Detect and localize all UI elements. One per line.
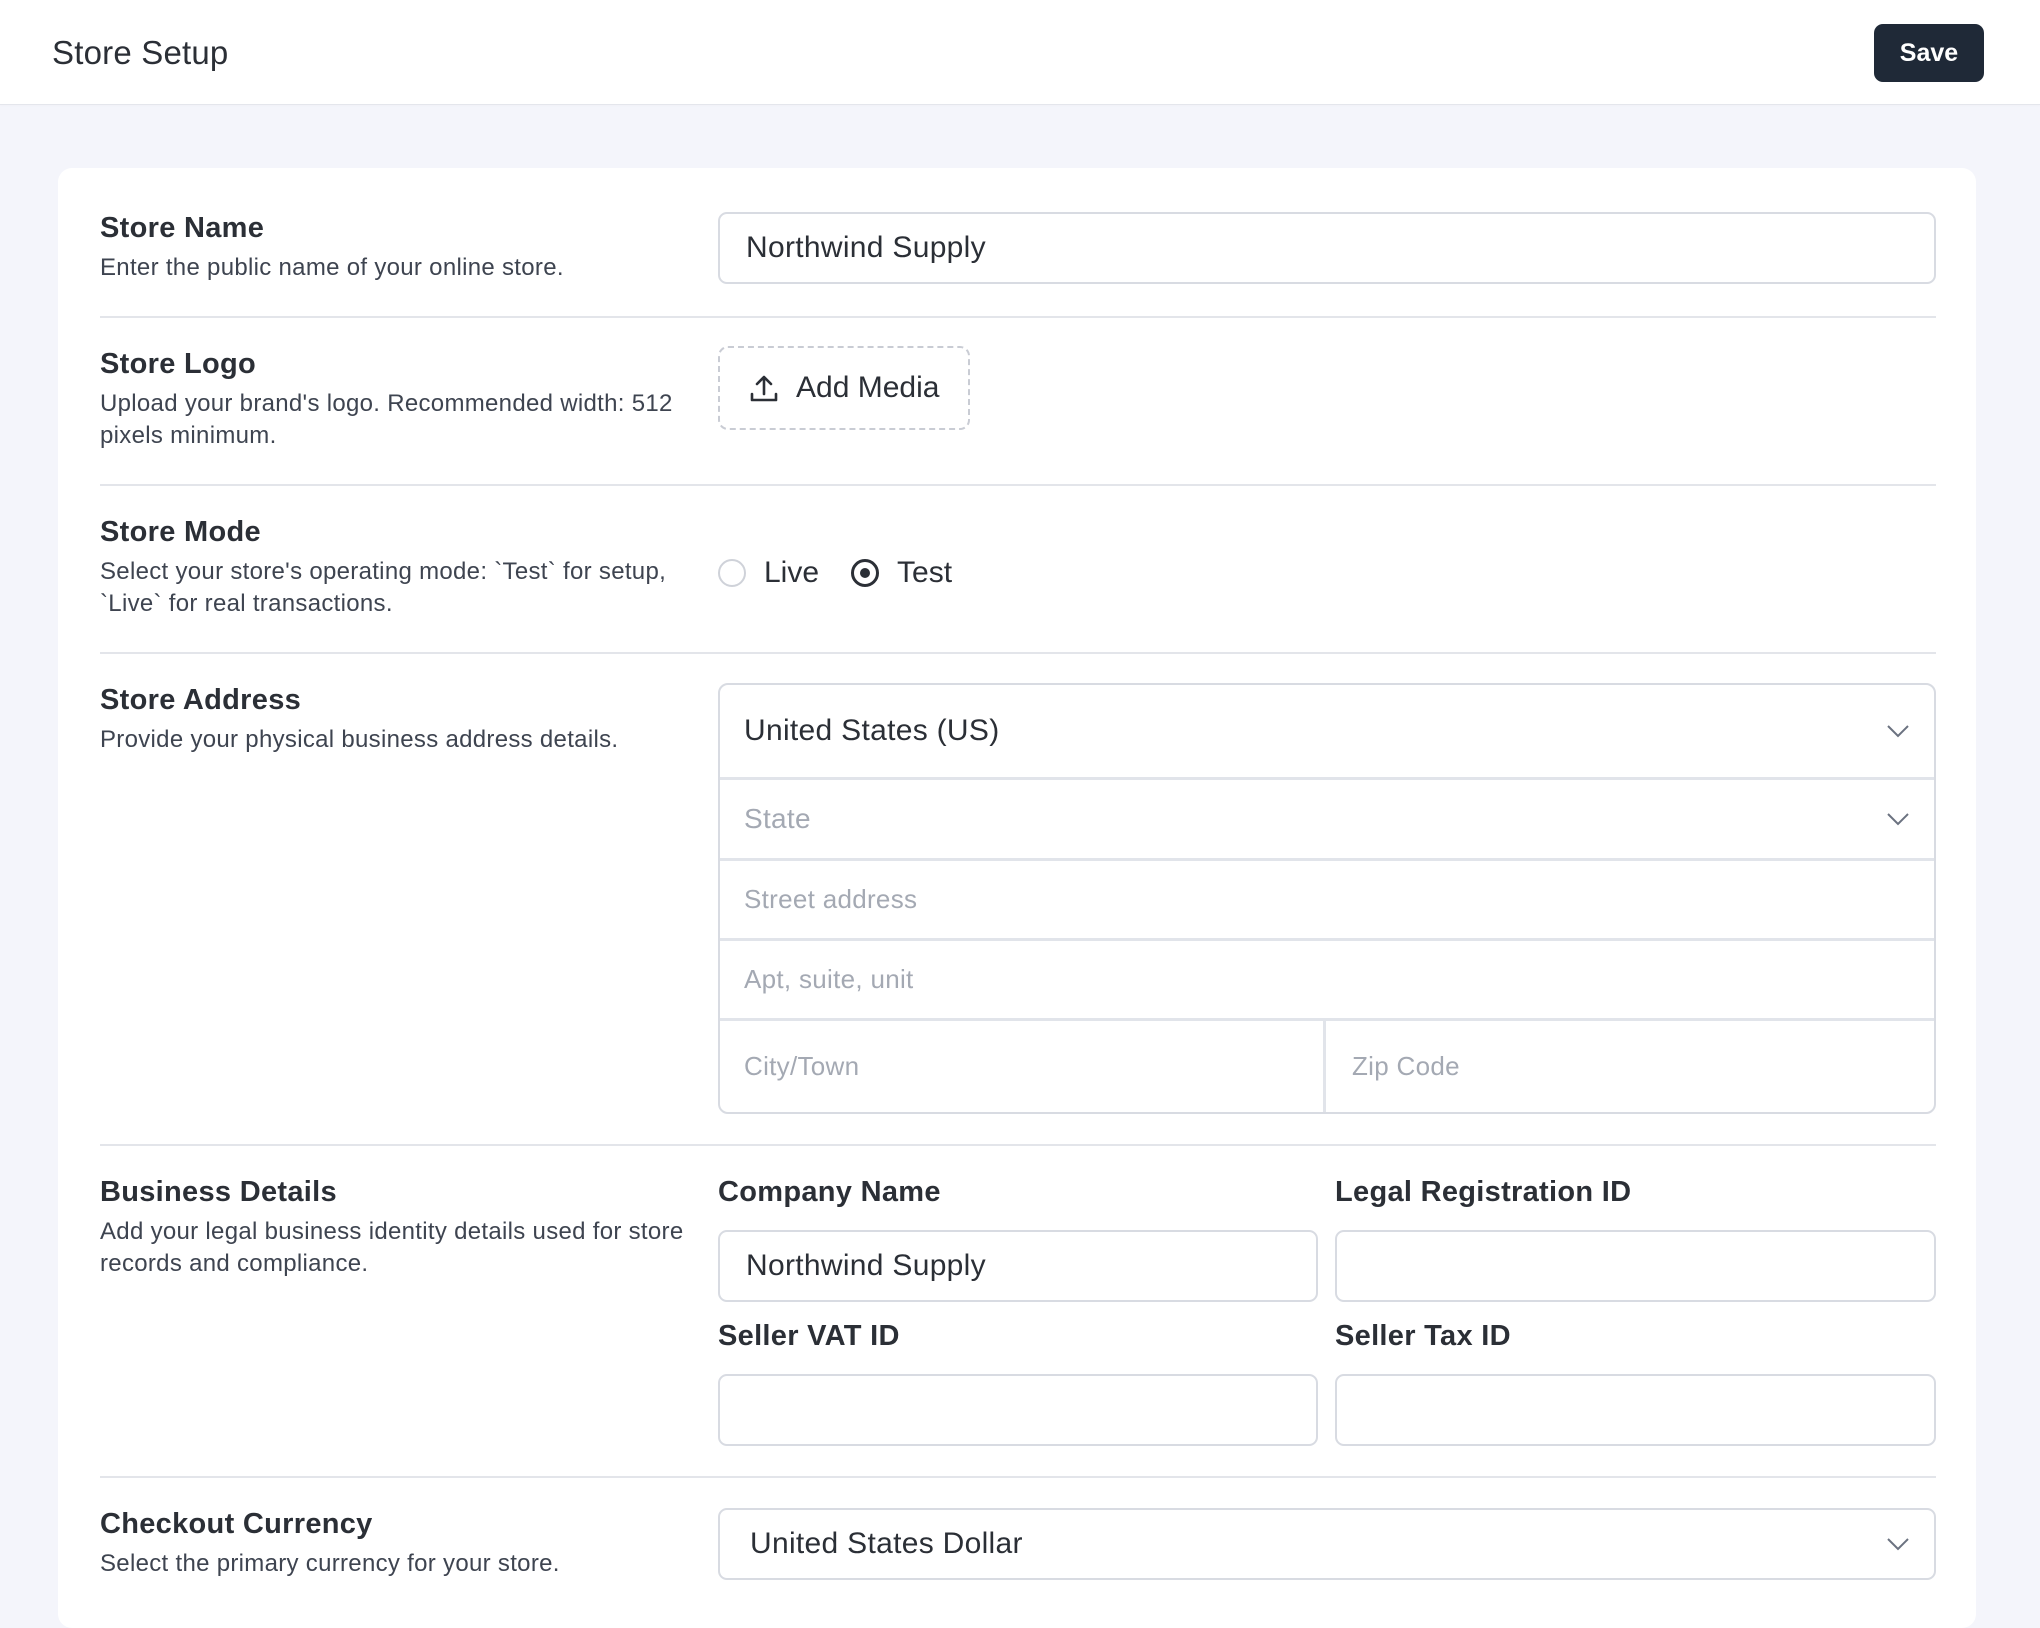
- legal-registration-input[interactable]: [1335, 1230, 1936, 1302]
- store-mode-radio-group: Live Test: [718, 556, 984, 590]
- radio-test-label: Test: [897, 556, 953, 589]
- radio-live-unchecked[interactable]: [718, 559, 746, 587]
- store-mode-title: Store Mode: [100, 516, 261, 548]
- seller-tax-label: Seller Tax ID: [1335, 1320, 1511, 1352]
- store-address-title: Store Address: [100, 684, 302, 716]
- section-divider: [100, 316, 1936, 318]
- zip-code-input[interactable]: Zip Code: [1328, 1021, 1934, 1112]
- zip-placeholder: Zip Code: [1352, 1051, 1460, 1081]
- store-logo-title: Store Logo: [100, 348, 257, 380]
- country-select[interactable]: United States (US): [720, 685, 1934, 777]
- currency-select[interactable]: United States Dollar: [718, 1508, 1936, 1580]
- country-value: United States (US): [744, 714, 1000, 747]
- city-placeholder: City/Town: [744, 1051, 860, 1081]
- chevron-down-icon: [1887, 725, 1909, 738]
- currency-value: United States Dollar: [750, 1527, 1023, 1560]
- section-divider: [100, 1476, 1936, 1478]
- radio-live-label: Live: [764, 556, 820, 589]
- add-media-button[interactable]: Add Media: [718, 346, 970, 430]
- state-placeholder: State: [744, 803, 811, 834]
- company-name-input[interactable]: Northwind Supply: [718, 1230, 1318, 1302]
- store-address-description: Provide your physical business address d…: [100, 726, 619, 753]
- radio-option-live[interactable]: Live: [718, 556, 819, 590]
- radio-test-checked[interactable]: [851, 559, 880, 587]
- store-mode-description: Select your store's operating mode: `Tes…: [100, 558, 667, 617]
- section-divider: [100, 484, 1936, 486]
- city-input[interactable]: City/Town: [720, 1021, 1326, 1112]
- store-name-description: Enter the public name of your online sto…: [100, 254, 564, 281]
- save-button[interactable]: Save: [1874, 24, 1984, 82]
- chevron-down-icon: [1887, 1538, 1909, 1551]
- apt-placeholder: Apt, suite, unit: [744, 964, 914, 994]
- apt-suite-input[interactable]: Apt, suite, unit: [720, 941, 1934, 1018]
- store-logo-description: Upload your brand's logo. Recommended wi…: [100, 390, 673, 449]
- company-name-label: Company Name: [718, 1176, 941, 1208]
- seller-vat-input[interactable]: [718, 1374, 1318, 1446]
- add-media-label: Add Media: [796, 371, 940, 404]
- section-divider: [100, 652, 1936, 654]
- radio-option-test[interactable]: Test: [851, 556, 952, 590]
- page-title: Store Setup: [52, 34, 229, 71]
- top-bar: Store Setup Save: [0, 0, 2040, 105]
- state-select[interactable]: State: [720, 780, 1934, 858]
- store-name-title: Store Name: [100, 212, 265, 244]
- street-address-input[interactable]: Street address: [720, 861, 1934, 938]
- checkout-currency-title: Checkout Currency: [100, 1508, 373, 1540]
- seller-tax-input[interactable]: [1335, 1374, 1936, 1446]
- business-details-description: Add your legal business identity details…: [100, 1218, 684, 1277]
- street-placeholder: Street address: [744, 884, 918, 914]
- upload-icon: [750, 375, 778, 402]
- business-details-title: Business Details: [100, 1176, 337, 1208]
- chevron-down-icon: [1887, 813, 1909, 826]
- checkout-currency-description: Select the primary currency for your sto…: [100, 1550, 560, 1577]
- seller-vat-label: Seller VAT ID: [718, 1320, 900, 1352]
- section-divider: [100, 1144, 1936, 1146]
- legal-registration-label: Legal Registration ID: [1335, 1176, 1632, 1208]
- store-name-input[interactable]: Northwind Supply: [718, 212, 1936, 284]
- address-field-group: United States (US) State Street address …: [718, 683, 1936, 1114]
